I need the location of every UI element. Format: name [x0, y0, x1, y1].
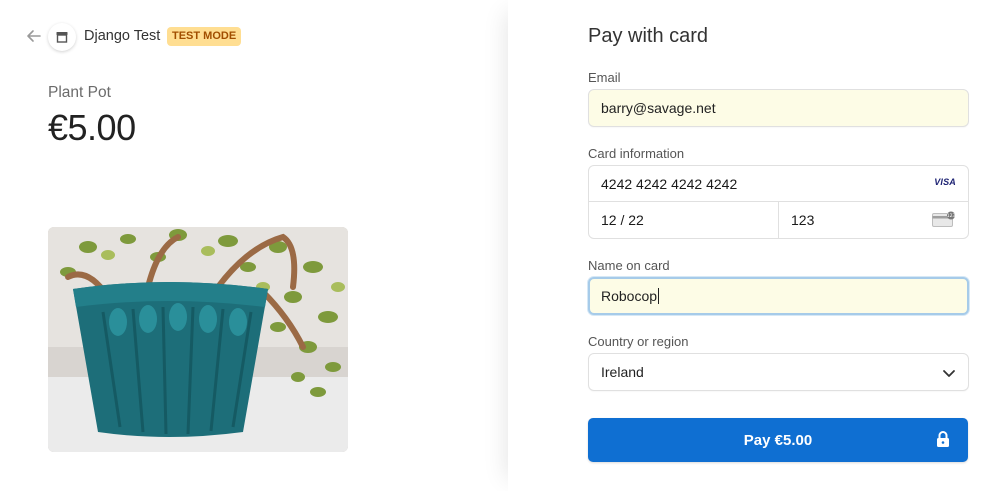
pay-button[interactable]: Pay €5.00 [588, 418, 968, 462]
svg-text:123: 123 [947, 213, 956, 219]
name-on-card-label: Name on card [588, 258, 670, 273]
text-caret [658, 288, 660, 304]
name-on-card-value: Robocop [601, 288, 658, 304]
visa-icon: VISA [934, 177, 956, 187]
cvc-card-icon: 123 [932, 211, 956, 227]
card-expiry-field[interactable]: 12 / 22 [589, 202, 779, 238]
email-label: Email [588, 70, 621, 85]
card-cvc-field[interactable]: 123 123 [779, 202, 968, 238]
card-information-label: Card information [588, 146, 685, 161]
order-summary-panel: Django Test TEST MODE Plant Pot €5.00 [0, 0, 508, 491]
country-value: Ireland [601, 364, 644, 380]
card-number-field[interactable]: 4242 4242 4242 4242 VISA [589, 166, 968, 202]
country-select[interactable]: Ireland [588, 353, 969, 391]
product-price: €5.00 [48, 107, 136, 148]
chevron-down-icon [943, 370, 955, 377]
card-number-value: 4242 4242 4242 4242 [601, 175, 738, 192]
name-on-card-field[interactable]: Robocop [588, 277, 969, 315]
storefront-icon [56, 32, 68, 43]
lock-icon [937, 431, 949, 447]
product-image [48, 227, 348, 452]
payment-title: Pay with card [588, 25, 709, 47]
store-name: Django Test [84, 28, 161, 44]
country-label: Country or region [588, 334, 689, 349]
arrow-left-icon[interactable] [24, 26, 44, 46]
pay-button-label: Pay €5.00 [743, 431, 813, 449]
store-logo [48, 23, 76, 51]
product-name: Plant Pot [48, 84, 111, 101]
email-value: barry@savage.net [601, 100, 716, 116]
test-mode-badge: TEST MODE [167, 27, 242, 46]
card-cvc-value: 123 [791, 212, 815, 228]
card-information-group: 4242 4242 4242 4242 VISA 12 / 22 123 123 [588, 165, 969, 239]
email-field[interactable]: barry@savage.net [588, 89, 969, 127]
card-expiry-value: 12 / 22 [601, 212, 644, 228]
